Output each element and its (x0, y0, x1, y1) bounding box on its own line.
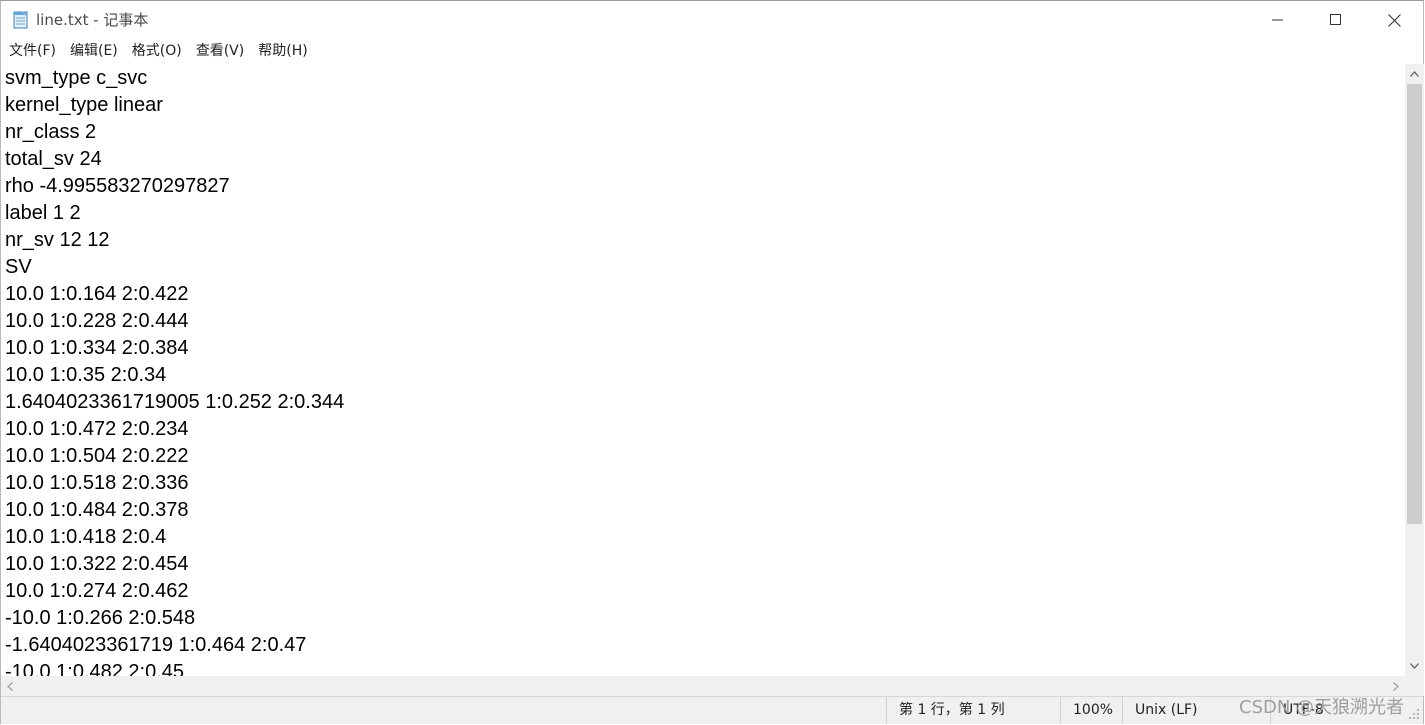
text-line[interactable]: SV (5, 254, 32, 281)
text-line[interactable]: label 1 2 (5, 200, 81, 227)
notepad-icon (13, 11, 28, 29)
text-line[interactable]: 1.6404023361719005 1:0.252 2:0.344 (5, 389, 344, 416)
watermark-text: CSDN @天狼溯光者 (1239, 697, 1405, 718)
maximize-icon (1330, 14, 1341, 25)
chevron-right-icon (1393, 681, 1399, 691)
text-line[interactable]: 10.0 1:0.334 2:0.384 (5, 335, 189, 362)
horizontal-scrollbar[interactable] (1, 676, 1405, 696)
text-line[interactable]: 10.0 1:0.472 2:0.234 (5, 416, 189, 443)
text-line[interactable]: 10.0 1:0.164 2:0.422 (5, 281, 189, 308)
menu-format[interactable]: 格式(O) (125, 40, 189, 62)
text-line[interactable]: 10.0 1:0.484 2:0.378 (5, 497, 189, 524)
zoom-level: 100% (1060, 697, 1122, 724)
minimize-button[interactable] (1249, 1, 1307, 39)
scroll-right-button[interactable] (1387, 676, 1405, 696)
text-line[interactable]: 10.0 1:0.274 2:0.462 (5, 578, 189, 605)
minimize-icon (1272, 19, 1283, 21)
scroll-left-button[interactable] (1, 676, 19, 696)
text-line[interactable]: total_sv 24 (5, 146, 102, 173)
text-line[interactable]: nr_class 2 (5, 119, 96, 146)
text-line[interactable]: 10.0 1:0.504 2:0.222 (5, 443, 189, 470)
scrollbar-corner (1405, 676, 1424, 696)
vertical-scroll-thumb[interactable] (1407, 84, 1422, 524)
text-line[interactable]: -10.0 1:0.482 2:0.45 (5, 659, 184, 676)
text-line[interactable]: 10.0 1:0.418 2:0.4 (5, 524, 166, 551)
text-line[interactable]: -1.6404023361719 1:0.464 2:0.47 (5, 632, 306, 659)
scroll-down-button[interactable] (1405, 656, 1424, 676)
menu-help[interactable]: 帮助(H) (251, 40, 314, 62)
close-button[interactable] (1365, 1, 1423, 39)
maximize-button[interactable] (1307, 1, 1365, 39)
menu-view[interactable]: 查看(V) (189, 40, 252, 62)
window-title: line.txt - 记事本 (36, 11, 149, 29)
chevron-up-icon (1410, 71, 1419, 77)
text-line[interactable]: svm_type c_svc (5, 65, 147, 92)
menu-file[interactable]: 文件(F) (1, 40, 63, 62)
chevron-down-icon (1410, 663, 1419, 669)
status-bar: 第 1 行，第 1 列 100% Unix (LF) UTF-8 (1, 696, 1423, 724)
text-line[interactable]: 10.0 1:0.35 2:0.34 (5, 362, 166, 389)
text-line[interactable]: 10.0 1:0.228 2:0.444 (5, 308, 189, 335)
menu-edit[interactable]: 编辑(E) (63, 40, 125, 62)
text-line[interactable]: kernel_type linear (5, 92, 163, 119)
text-line[interactable]: rho -4.995583270297827 (5, 173, 230, 200)
notepad-window: line.txt - 记事本 文件(F) 编辑(E) 格式(O) 查看(V) 帮… (0, 0, 1424, 724)
close-icon (1387, 13, 1401, 27)
cursor-position: 第 1 行，第 1 列 (886, 697, 1060, 724)
chevron-left-icon (7, 681, 13, 691)
resize-grip-icon[interactable] (1405, 705, 1421, 721)
text-line[interactable]: 10.0 1:0.322 2:0.454 (5, 551, 189, 578)
menu-bar: 文件(F) 编辑(E) 格式(O) 查看(V) 帮助(H) (1, 39, 1423, 63)
vertical-scrollbar[interactable] (1405, 64, 1424, 676)
text-editor-area[interactable]: svm_type c_svc kernel_type linear nr_class… (1, 64, 1405, 676)
text-line[interactable]: 10.0 1:0.518 2:0.336 (5, 470, 189, 497)
text-line[interactable]: -10.0 1:0.266 2:0.548 (5, 605, 195, 632)
title-bar[interactable]: line.txt - 记事本 (1, 1, 1423, 39)
text-line[interactable]: nr_sv 12 12 (5, 227, 110, 254)
scroll-up-button[interactable] (1405, 64, 1424, 84)
